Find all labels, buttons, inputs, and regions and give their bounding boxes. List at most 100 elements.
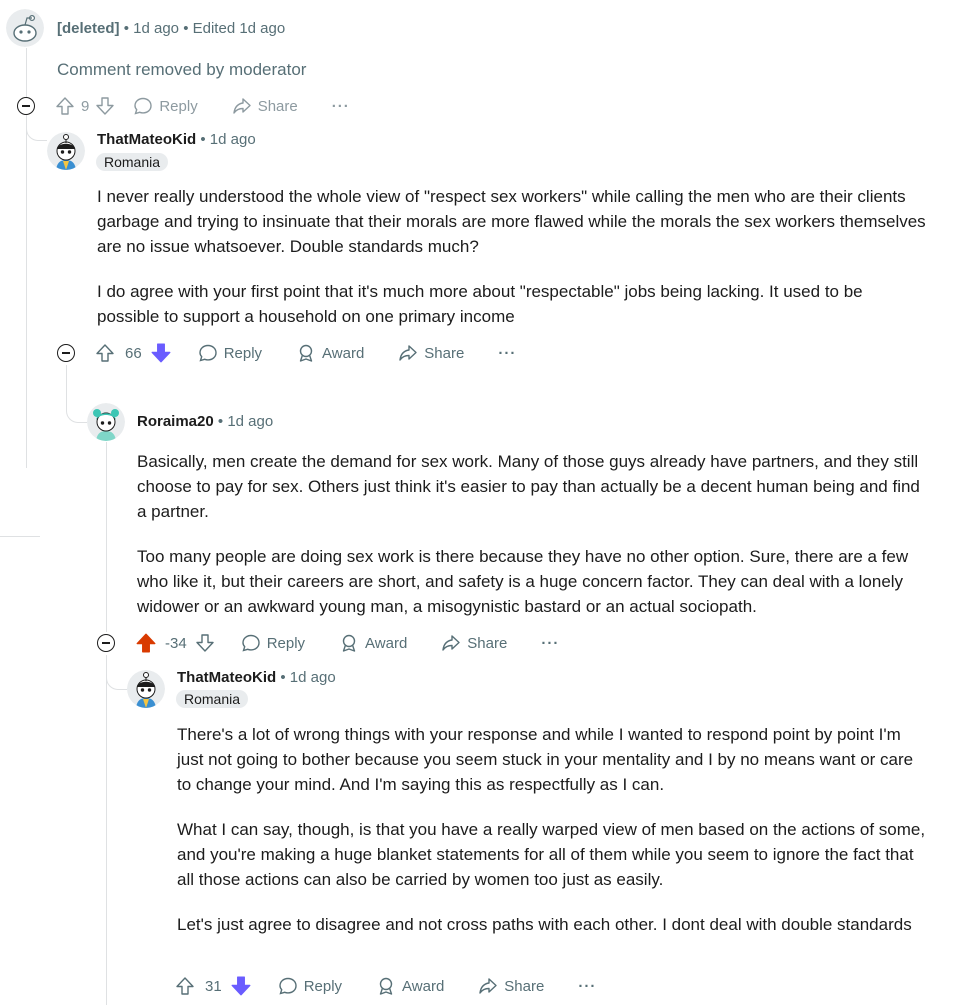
collapse-button[interactable] [97,634,115,652]
avatar-roraima20[interactable] [87,403,125,441]
share-arrow-icon [442,635,460,651]
avatar-thatmateokid[interactable] [127,670,165,708]
vote-count: 66 [125,344,142,362]
default-avatar-icon [6,9,44,47]
upvote-button[interactable] [95,343,115,363]
user-flair: Romania [176,690,249,708]
downvote-arrow-icon [195,634,214,652]
upvote-button[interactable] [175,976,195,996]
comment-paragraph: Basically, men create the demand for sex… [137,452,920,521]
award-button[interactable]: Award [296,343,364,363]
speech-bubble-icon [198,344,217,362]
collapse-button[interactable] [57,344,75,362]
award-button[interactable]: Award [339,633,407,653]
snoo-avatar-icon [87,403,125,441]
upvote-arrow-icon [56,97,74,115]
share-label: Share [257,97,298,115]
downvote-button-active[interactable] [150,342,172,364]
downvote-button[interactable] [195,633,215,653]
downvote-arrow-filled-icon [231,976,251,996]
timestamp[interactable]: 1d ago [210,131,256,148]
author-username[interactable]: ThatMateoKid [97,131,196,148]
award-label: Award [322,344,365,362]
award-ribbon-icon [299,344,313,362]
share-button[interactable]: Share [478,976,544,996]
comment-actions: 9 Reply Share ··· [55,93,350,119]
comment-paragraph: Too many people are doing sex work is th… [137,547,909,616]
separator: • [280,669,286,686]
removed-notice: Comment removed by moderator [57,60,307,79]
author-username[interactable]: Roraima20 [137,413,214,430]
author-deleted[interactable]: [deleted] [57,20,120,37]
thread-curve-1 [26,118,47,141]
reply-label: Reply [223,344,263,362]
upvote-arrow-icon [96,344,114,362]
speech-bubble-icon [134,97,153,115]
more-options-button[interactable]: ··· [332,98,350,115]
avatar-thatmateokid[interactable] [47,132,85,170]
reply-label: Reply [303,977,343,995]
downvote-button[interactable] [95,96,115,116]
avatar-deleted[interactable] [6,9,44,47]
share-button[interactable]: Share [232,96,298,116]
comment-paragraph: Let's just agree to disagree and not cro… [177,915,912,934]
thread-curve-2 [66,382,87,423]
comment-paragraph: I do agree with your first point that it… [97,282,863,326]
thread-line-level2[interactable] [106,442,107,632]
timestamp[interactable]: 1d ago [290,669,336,686]
timestamp[interactable]: 1d ago [227,413,273,430]
vote-count: 9 [81,97,90,115]
comment-meta: Roraima20 • 1d ago [137,413,273,430]
edited-label: Edited 1d ago [192,20,286,37]
comment-body: Basically, men create the demand for sex… [137,449,927,639]
comment-body: There's a lot of wrong things with your … [177,722,927,957]
award-ribbon-icon [379,977,393,995]
reply-label: Reply [266,634,306,652]
separator: • [200,131,206,148]
comment-actions: -34 Reply Award Share ··· [135,630,559,656]
share-arrow-icon [479,978,497,994]
snoo-avatar-icon [47,132,85,170]
timestamp[interactable]: 1d ago [133,20,179,37]
vote-count: 31 [205,977,222,995]
comment-meta: ThatMateoKid • 1d ago [97,131,256,148]
award-label: Award [365,634,408,652]
upvote-button-active[interactable] [135,632,157,654]
separator: • [217,413,224,430]
comment-paragraph: I never really understood the whole view… [97,187,926,256]
share-arrow-icon [399,345,417,361]
award-ribbon-icon [342,634,356,652]
more-options-button[interactable]: ··· [541,635,559,652]
more-options-button[interactable]: ··· [578,978,596,995]
thread-connector [0,536,40,537]
downvote-arrow-filled-icon [151,343,171,363]
comment-actions: 31 Reply Award Share ··· [175,973,596,999]
comment-meta: ThatMateoKid • 1d ago [177,669,336,686]
separator: • [183,20,189,37]
upvote-button[interactable] [55,96,75,116]
upvote-arrow-icon [176,977,194,995]
thread-curve-3 [106,655,127,690]
more-options-button[interactable]: ··· [498,345,516,362]
vote-count: -34 [165,634,187,652]
thread-line-level3[interactable] [106,655,107,1005]
speech-bubble-icon [278,977,297,995]
share-button[interactable]: Share [398,343,464,363]
comment-paragraph: What I can say, though, is that you have… [177,820,926,889]
share-arrow-icon [233,98,251,114]
separator: • [123,20,129,37]
reply-button[interactable]: Reply [198,343,262,363]
award-label: Award [402,977,445,995]
share-button[interactable]: Share [441,633,507,653]
author-username[interactable]: ThatMateoKid [177,669,276,686]
award-button[interactable]: Award [376,976,444,996]
collapse-button[interactable] [17,97,35,115]
share-label: Share [424,344,465,362]
downvote-button-active[interactable] [230,975,252,997]
share-label: Share [467,634,508,652]
reply-button[interactable]: Reply [241,633,305,653]
user-flair: Romania [96,153,169,171]
reply-button[interactable]: Reply [278,976,342,996]
reply-button[interactable]: Reply [133,96,198,116]
snoo-avatar-icon [127,670,165,708]
